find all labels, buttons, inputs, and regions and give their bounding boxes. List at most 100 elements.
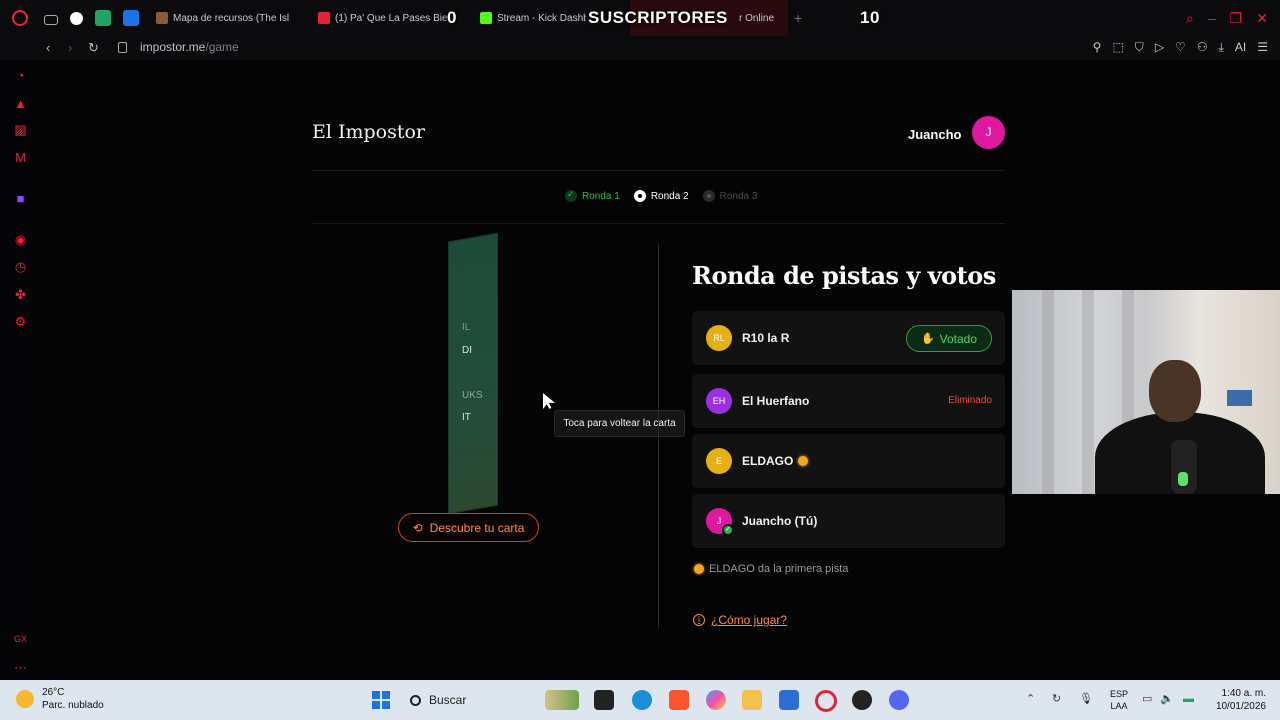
heart-icon[interactable]: ♡: [1175, 40, 1186, 55]
download-icon[interactable]: ⤓: [1219, 40, 1224, 55]
url-field[interactable]: impostor.me/game: [140, 40, 239, 54]
sheets-icon[interactable]: [95, 10, 111, 26]
player-icon[interactable]: ◉: [13, 232, 28, 247]
voted-label: Votado: [939, 331, 978, 346]
network-icon[interactable]: ▭: [1142, 693, 1155, 706]
round-label: Ronda 1: [582, 190, 620, 202]
card-mark: UKS: [462, 390, 483, 401]
github-icon[interactable]: [852, 690, 872, 710]
url-path: /game: [205, 40, 239, 54]
forward-icon[interactable]: ›: [68, 40, 72, 55]
close-icon[interactable]: ✕: [1256, 10, 1268, 27]
pin-icon[interactable]: ⚲: [1093, 40, 1102, 55]
subscriber-overlay-left-count: 0: [447, 8, 457, 27]
speed-dial-icon[interactable]: ◔: [13, 68, 28, 83]
minimize-icon[interactable]: –: [1208, 10, 1216, 27]
round-2: Ronda 2: [633, 190, 689, 202]
player-avatar: E: [706, 448, 732, 474]
gx-logo-icon[interactable]: GX: [13, 632, 28, 647]
twitch-icon[interactable]: ■: [13, 191, 28, 206]
player-name: Juancho (Tú): [742, 514, 818, 528]
edge-icon[interactable]: [632, 690, 652, 710]
play-icon[interactable]: ▷: [1155, 40, 1164, 55]
menu-icon[interactable]: ☰: [1257, 40, 1268, 55]
lang-code: ESP: [1109, 689, 1128, 699]
round-label: Ronda 3: [719, 190, 758, 202]
time: 1:40 a. m.: [1221, 688, 1266, 699]
player-name: ELDAGO: [742, 454, 794, 468]
calendar-17-icon[interactable]: [123, 10, 139, 26]
more-icon[interactable]: ⋯: [13, 660, 28, 675]
refresh-icon: ⟲: [412, 520, 423, 535]
room-object: [1227, 390, 1252, 406]
player-row[interactable]: EH El Huerfano Eliminado: [692, 374, 1005, 428]
player-row[interactable]: RL R10 la R ✋ Votado: [692, 311, 1005, 365]
curtain: [1042, 290, 1054, 494]
temperature: 26°C: [42, 687, 65, 698]
how-to-play-link[interactable]: i ¿Cómo jugar?: [693, 613, 787, 627]
shield-icon[interactable]: ⛉: [1135, 40, 1144, 55]
player-row[interactable]: J ✓ Juancho (Tú): [692, 494, 1005, 548]
app-icon[interactable]: [594, 690, 614, 710]
new-tab-button[interactable]: +: [794, 0, 808, 36]
reveal-label: Descubre tu carta: [429, 520, 525, 535]
user-avatar[interactable]: J: [972, 116, 1005, 149]
hand-icon: ✋: [920, 333, 935, 345]
taskbar-search[interactable]: Buscar: [402, 688, 557, 712]
date: 10/01/2026: [1215, 701, 1266, 712]
game-shop-icon[interactable]: ▲: [13, 96, 28, 111]
windows-start-icon[interactable]: [372, 691, 390, 709]
reveal-card-button[interactable]: ⟲ Descubre tu carta: [398, 513, 539, 542]
kick-icon: [480, 12, 492, 24]
search-tabs-icon[interactable]: ⌕: [1186, 10, 1194, 27]
ai-button[interactable]: AI: [1235, 40, 1246, 55]
tab-youtube[interactable]: (1) Pa' Que La Pases Bie: [318, 0, 448, 36]
brave-icon[interactable]: [669, 690, 689, 710]
twitch-bag-icon[interactable]: ▨: [13, 122, 28, 137]
round-progress: Ronda 1 Ronda 2 Ronda 3: [565, 189, 758, 202]
widget-image-icon[interactable]: [545, 690, 579, 710]
settings-icon[interactable]: ⚙: [13, 314, 28, 329]
tab-kick-dashboard[interactable]: Stream - Kick Dashb: [480, 0, 586, 36]
tray-chevron-icon[interactable]: ⌃: [1026, 693, 1039, 706]
pending-dot-icon: [702, 190, 715, 202]
reload-icon[interactable]: ↻: [88, 40, 99, 56]
volume-icon[interactable]: 🔈: [1160, 693, 1174, 706]
microphone-light: [1178, 472, 1188, 486]
clock[interactable]: 1:40 a. m. 10/01/2026: [1216, 687, 1266, 713]
app-icon[interactable]: [779, 690, 799, 710]
history-icon[interactable]: ◷: [13, 259, 28, 274]
microphone-icon[interactable]: 🎙: [1079, 693, 1093, 706]
back-icon[interactable]: ‹: [46, 40, 50, 55]
opera-logo-icon[interactable]: [12, 10, 28, 26]
sync-icon[interactable]: ↻: [1052, 693, 1065, 706]
copilot-icon[interactable]: [706, 690, 726, 710]
obs-icon[interactable]: [70, 11, 83, 25]
tab-mapa-recursos[interactable]: Mapa de recursos (The Isl: [156, 0, 302, 36]
tab-label: Stream - Kick Dashb: [497, 12, 586, 24]
flip-card[interactable]: [448, 232, 498, 515]
player-row[interactable]: E ELDAGO: [692, 434, 1005, 488]
search-icon: [410, 694, 421, 706]
gamepad-icon[interactable]: [44, 14, 58, 25]
extensions-icon[interactable]: ✤: [13, 287, 28, 302]
language-indicator[interactable]: ESP LAA: [1110, 688, 1128, 712]
webcam-overlay: [1012, 290, 1280, 494]
opera-gx-icon[interactable]: [815, 690, 837, 712]
weather-icon[interactable]: [16, 690, 34, 708]
brand-title[interactable]: El Impostor: [312, 121, 425, 143]
youtube-icon: [318, 12, 330, 24]
weather-condition: Parc. nublado: [42, 700, 104, 711]
file-explorer-icon[interactable]: [742, 690, 762, 710]
lock-icon[interactable]: [118, 42, 127, 53]
battery-icon[interactable]: ▬: [1183, 693, 1196, 706]
snapshot-icon[interactable]: ⬚: [1112, 40, 1123, 55]
weather-widget[interactable]: 26°C Parc. nublado: [42, 686, 104, 712]
profile-icon[interactable]: ⚇: [1197, 40, 1208, 55]
streamer-head: [1149, 360, 1201, 422]
maximize-icon[interactable]: ❐: [1230, 10, 1243, 27]
messenger-icon[interactable]: M: [13, 150, 28, 165]
check-icon: [565, 189, 577, 202]
round-3: Ronda 3: [702, 190, 758, 202]
discord-icon[interactable]: [889, 690, 909, 710]
